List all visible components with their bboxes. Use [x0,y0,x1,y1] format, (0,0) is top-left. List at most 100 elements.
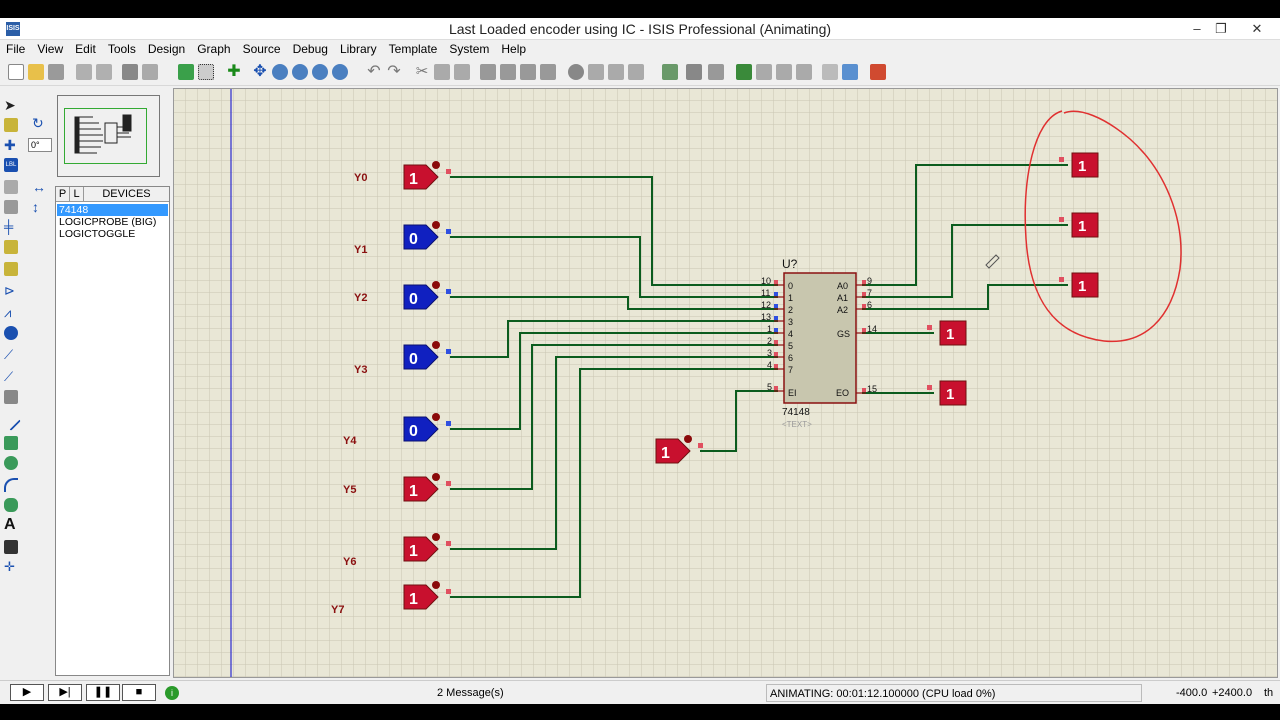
rotate-cw-icon[interactable]: ↻ [32,116,46,130]
view-sheet-icon[interactable] [796,64,812,80]
menu-debug[interactable]: Debug [287,40,334,57]
menu-graph[interactable]: Graph [191,40,236,57]
pause-button[interactable]: ❚❚ [86,684,120,701]
menu-view[interactable]: View [31,40,69,57]
search-tag-icon[interactable] [686,64,702,80]
title-bar: ISIS Last Loaded encoder using IC - ISIS… [0,18,1280,40]
current-probe-icon[interactable]: ⟋ [4,370,18,384]
text-tool-icon[interactable]: A [4,517,18,533]
menu-design[interactable]: Design [142,40,191,57]
property-tool-icon[interactable] [708,64,724,80]
block-copy-icon[interactable] [480,64,496,80]
close-button[interactable]: ✕ [1244,19,1270,39]
device-item-logicprobe[interactable]: LOGICPROBE (BIG) [57,216,168,228]
menu-file[interactable]: File [0,40,31,57]
window-title: Last Loaded encoder using IC - ISIS Prof… [448,21,832,37]
erc-report-icon[interactable] [842,64,858,80]
play-button[interactable]: ▶ [10,684,44,701]
component-mode-icon[interactable] [4,118,18,132]
device-item-logictoggle[interactable]: LOGICTOGGLE [57,228,168,240]
path-tool-icon[interactable] [4,498,18,512]
grid-toggle-icon[interactable] [198,64,214,80]
symbol-tool-icon[interactable] [4,540,18,554]
save-icon[interactable] [48,64,64,80]
device-pins-mode-icon[interactable] [4,262,18,276]
block-move-icon[interactable] [500,64,516,80]
virtual-instruments-icon[interactable] [4,390,18,404]
mirror-x-icon[interactable]: ↔ [32,180,46,194]
menu-edit[interactable]: Edit [69,40,102,57]
junction-mode-icon[interactable]: ✚ [4,138,18,152]
undo-icon[interactable]: ↶ [366,64,382,80]
menu-help[interactable]: Help [495,40,532,57]
zoom-out-icon[interactable] [292,64,308,80]
subcircuit-mode-icon[interactable]: ╪ [4,220,18,234]
redo-icon[interactable]: ↷ [386,64,402,80]
menu-library[interactable]: Library [334,40,383,57]
exit-sheet-icon[interactable] [776,64,792,80]
import-icon[interactable] [76,64,92,80]
block-delete-icon[interactable] [540,64,556,80]
pin-num-gs: 14 [867,324,877,334]
tape-recorder-icon[interactable]: ⩘ [4,306,18,320]
ares-netlist-icon[interactable] [870,64,886,80]
menu-template[interactable]: Template [383,40,444,57]
zoom-area-icon[interactable] [332,64,348,80]
stop-button[interactable]: ■ [122,684,156,701]
export-icon[interactable] [96,64,112,80]
copy-icon[interactable] [434,64,450,80]
circle-tool-icon[interactable] [4,456,18,470]
bom-report-icon[interactable] [822,64,838,80]
wire-autorouter-icon[interactable] [662,64,678,80]
step-button[interactable]: ▶| [48,684,82,701]
message-status-icon[interactable]: i [165,686,179,700]
messages-count[interactable]: 2 Message(s) [437,684,504,702]
print-icon[interactable] [122,64,138,80]
pick-device-icon[interactable] [568,64,584,80]
pin-name-3: 3 [788,317,793,327]
paste-icon[interactable] [454,64,470,80]
zoom-in-icon[interactable] [272,64,288,80]
restore-button[interactable]: ❐ [1208,19,1234,39]
buses-mode-icon[interactable] [4,200,18,214]
zoom-all-icon[interactable] [312,64,328,80]
line-tool-icon[interactable] [1,411,21,431]
packaging-tool-icon[interactable] [608,64,624,80]
pin-num-a2: 6 [867,300,872,310]
mirror-y-icon[interactable]: ↕ [32,200,46,214]
marker-tool-icon[interactable]: ✛ [4,560,18,574]
decompose-icon[interactable] [628,64,644,80]
menu-tools[interactable]: Tools [102,40,142,57]
overview-window[interactable] [57,95,160,177]
new-file-icon[interactable] [8,64,24,80]
menu-source[interactable]: Source [237,40,287,57]
cut-icon[interactable]: ✂ [414,64,430,80]
graph-mode-icon[interactable]: ⊳ [4,284,18,298]
generator-mode-icon[interactable] [4,326,18,340]
terminals-mode-icon[interactable] [4,240,18,254]
block-rotate-icon[interactable] [520,64,536,80]
text-script-mode-icon[interactable] [4,180,18,194]
schematic-drawing[interactable]: Y0 Y1 Y2 Y3 Y4 Y5 Y6 Y7 1 0 0 0 0 1 1 1 … [174,89,1278,678]
rotation-angle-field[interactable]: 0° [28,138,52,152]
open-folder-icon[interactable] [28,64,44,80]
y-coordinate: +2400.0 [1212,687,1253,699]
make-device-icon[interactable] [588,64,604,80]
wire-label-mode-icon[interactable]: LBL [4,158,18,172]
box-tool-icon[interactable] [4,436,18,450]
menu-system[interactable]: System [443,40,495,57]
arc-tool-icon[interactable] [4,478,18,492]
print-area-icon[interactable] [142,64,158,80]
device-item-74148[interactable]: 74148 [57,204,168,216]
selection-mode-icon[interactable]: ➤ [4,98,18,112]
new-sheet-icon[interactable] [736,64,752,80]
pick-device-mode-button[interactable]: P [56,187,70,202]
library-mode-button[interactable]: L [70,187,84,202]
schematic-canvas[interactable]: Y0 Y1 Y2 Y3 Y4 Y5 Y6 Y7 1 0 0 0 0 1 1 1 … [173,88,1278,678]
refresh-icon[interactable] [178,64,194,80]
remove-sheet-icon[interactable] [756,64,772,80]
minimize-button[interactable]: – [1184,19,1210,39]
pan-icon[interactable]: ✥ [252,64,268,80]
origin-icon[interactable]: ✚ [226,64,242,80]
voltage-probe-icon[interactable]: ⟋ [4,348,18,362]
